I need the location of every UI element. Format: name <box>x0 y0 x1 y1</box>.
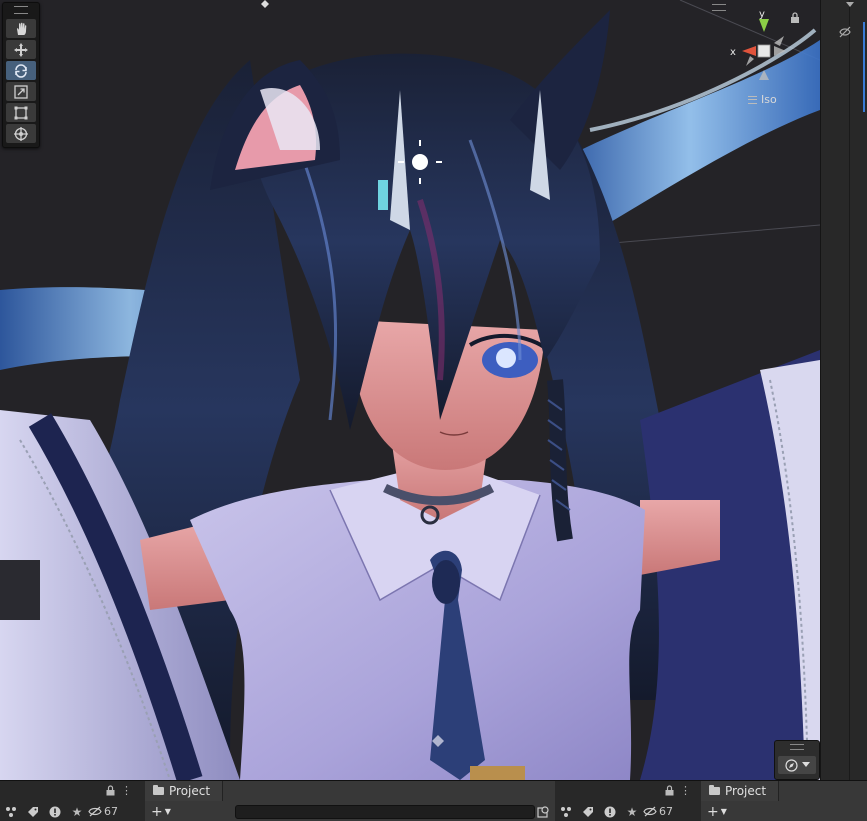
plus-icon: + <box>707 803 719 820</box>
more-options-icon[interactable]: ⋮ <box>121 784 132 797</box>
gizmo-x-axis[interactable] <box>742 46 756 56</box>
second-panel-toolbar: ⋮ ★ 67 <box>555 780 701 821</box>
info-filter-button[interactable] <box>599 803 621 820</box>
tab-project-label: Project <box>169 784 211 798</box>
project-search-input[interactable] <box>235 805 535 819</box>
hidden-count-button[interactable]: 67 <box>643 803 673 820</box>
scene-viewport[interactable] <box>0 0 820 780</box>
lock-icon[interactable] <box>790 12 800 24</box>
project-panel-secondary: Project + ▼ <box>701 780 867 821</box>
gizmo-y-label: y <box>759 9 765 20</box>
star-icon: ★ <box>626 804 638 819</box>
lock-icon[interactable] <box>106 785 115 796</box>
transform-icon <box>14 126 28 141</box>
overlay-handle <box>790 744 804 750</box>
chevron-down-icon <box>801 762 810 767</box>
plus-icon: + <box>151 803 163 820</box>
create-asset-button[interactable]: + ▼ <box>151 804 171 820</box>
projection-label: Iso <box>761 93 777 106</box>
transform-tool-button[interactable] <box>6 124 36 143</box>
scale-tool-button[interactable] <box>6 82 36 101</box>
projection-toggle[interactable]: Iso <box>748 93 777 106</box>
tab-project-secondary[interactable]: Project <box>701 781 780 801</box>
more-options-icon[interactable]: ⋮ <box>680 784 691 797</box>
favorites-button[interactable]: ★ <box>621 803 643 820</box>
inspector-dock <box>820 0 867 780</box>
info-icon <box>604 806 616 817</box>
info-icon <box>49 806 61 817</box>
hand-tool-button[interactable] <box>6 19 36 38</box>
gizmo-center-cube[interactable] <box>757 44 771 58</box>
hierarchy-icon <box>6 806 16 817</box>
create-asset-button[interactable]: + ▼ <box>707 804 727 820</box>
scene-render[interactable] <box>0 0 820 780</box>
dock-splitter[interactable] <box>821 0 850 780</box>
star-icon: ★ <box>71 804 83 819</box>
menu-icon <box>748 95 757 104</box>
rect-tool-button[interactable] <box>6 103 36 122</box>
scene-overlay-menu[interactable] <box>774 740 820 780</box>
tool-palette <box>2 2 40 148</box>
move-tool-button[interactable] <box>6 40 36 59</box>
hierarchy-filter-button[interactable] <box>0 803 22 820</box>
search-by-type-icon[interactable] <box>537 805 550 818</box>
hand-icon <box>17 22 27 35</box>
tool-palette-grip[interactable] <box>3 3 39 17</box>
hierarchy-filter-button[interactable] <box>555 803 577 820</box>
folder-icon <box>709 785 720 795</box>
dock-tab-icon[interactable] <box>845 0 855 8</box>
eye-hidden-icon <box>88 806 102 817</box>
project-panel: Project + ▼ 🔍︎ <box>145 780 555 821</box>
tab-project[interactable]: Project <box>145 781 224 801</box>
lock-icon[interactable] <box>665 785 674 796</box>
rotate-icon <box>15 63 27 78</box>
visibility-toggle-icon[interactable] <box>839 26 851 38</box>
tab-project-label: Project <box>725 784 767 798</box>
label-filter-button[interactable] <box>22 803 44 820</box>
gizmo-x-label: x <box>730 47 736 58</box>
gizmo-y-axis[interactable] <box>759 19 769 32</box>
info-filter-button[interactable] <box>44 803 66 820</box>
hierarchy-panel-toolbar: ⋮ ★ 67 <box>0 780 145 821</box>
dock-scrollbar[interactable] <box>863 22 865 112</box>
overlay-dropdown-button[interactable] <box>778 756 816 774</box>
label-filter-button[interactable] <box>577 803 599 820</box>
favorites-button[interactable]: ★ <box>66 803 88 820</box>
move-icon <box>14 42 28 57</box>
compass-icon <box>784 758 798 772</box>
chevron-down-icon: ▼ <box>720 807 727 816</box>
rotate-tool-button[interactable] <box>6 61 36 80</box>
hidden-count: 67 <box>104 805 118 818</box>
rect-transform-icon <box>14 106 28 119</box>
eye-hidden-icon <box>643 806 657 817</box>
hidden-count-button[interactable]: 67 <box>88 803 118 820</box>
chevron-down-icon: ▼ <box>164 807 171 816</box>
hierarchy-icon <box>561 806 571 817</box>
scale-icon <box>14 84 28 99</box>
label-icon <box>28 806 38 817</box>
folder-icon <box>153 785 164 795</box>
hidden-count: 67 <box>659 805 673 818</box>
label-icon <box>583 806 593 817</box>
